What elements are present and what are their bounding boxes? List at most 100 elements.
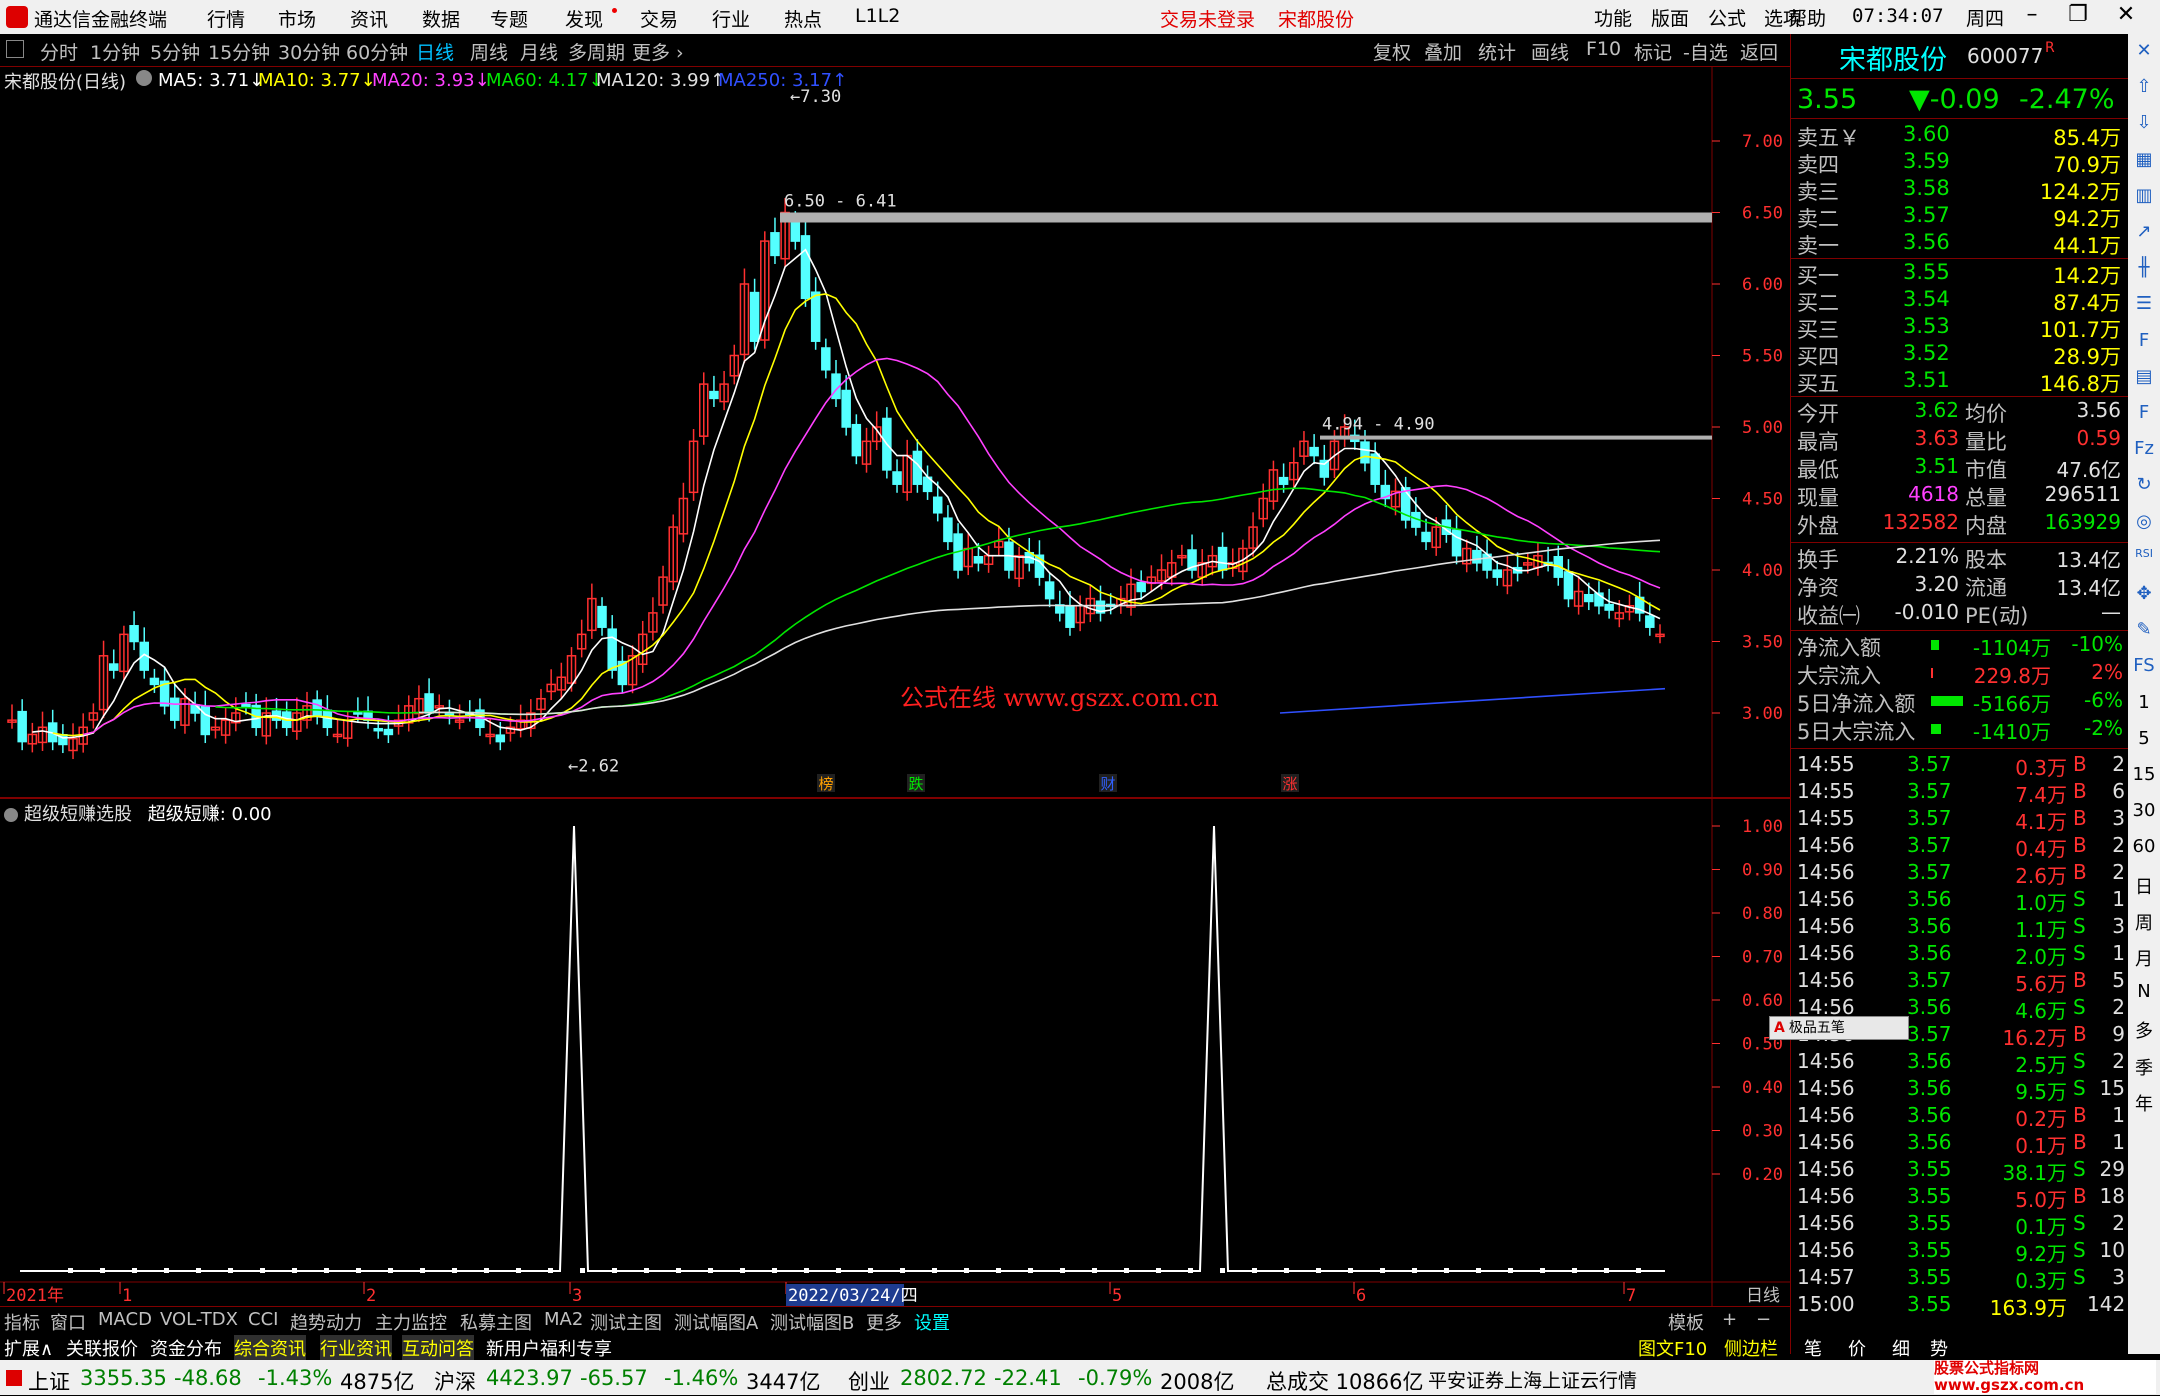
period-8[interactable]: 月线 [520, 38, 558, 65]
tool-5[interactable]: 标记 [1634, 38, 1672, 65]
f-icon[interactable]: F [2132, 402, 2156, 426]
menu-3[interactable]: 数据 [422, 5, 460, 32]
period-15-button[interactable]: 15 [2132, 764, 2156, 788]
up-icon[interactable]: ⇧ [2132, 76, 2156, 100]
menu-function[interactable]: 功能 [1594, 4, 1632, 31]
kline-chart[interactable]: 7.00 6.50 6.00 5.50 5.00 4.50 4.00 3.50 3.00 6.50… [0, 66, 1790, 1316]
period-周-button[interactable]: 周 [2132, 909, 2156, 934]
period-5-button[interactable]: 5 [2132, 728, 2156, 752]
restore-icon[interactable]: ❐ [2060, 2, 2096, 32]
period-多-button[interactable]: 多 [2132, 1017, 2156, 1042]
minimize-icon[interactable]: – [2014, 2, 2050, 32]
table-icon[interactable]: ▤ [2132, 366, 2156, 390]
target-icon[interactable]: ◎ [2132, 511, 2156, 535]
tick-side: S [2073, 1238, 2086, 1262]
period-9[interactable]: 多周期 [568, 38, 625, 65]
ext-tab-5[interactable]: 互动问答 [402, 1335, 474, 1361]
bar-icon[interactable]: ▥ [2132, 185, 2156, 209]
tab-3[interactable]: VOL-TDX [160, 1309, 238, 1330]
ext-tab-6[interactable]: 新用户福利专享 [486, 1335, 612, 1361]
chart-canvas[interactable]: 7.00 6.50 6.00 5.50 5.00 4.50 4.00 3.50 3.00 6.50… [0, 66, 1790, 1316]
settings-icon[interactable] [136, 70, 152, 86]
tab-8[interactable]: MA2 [544, 1309, 583, 1330]
menu-5[interactable]: 发现 [565, 5, 603, 32]
close-icon[interactable]: ✕ [2132, 40, 2156, 64]
ext-right-5[interactable]: 势 [1930, 1335, 1948, 1361]
indicator-circle-icon[interactable] [4, 808, 18, 822]
tool-6[interactable]: -自选 [1683, 38, 1728, 65]
pen-icon[interactable]: ✎ [2132, 619, 2156, 643]
menu-9[interactable]: L1L2 [855, 5, 900, 27]
period-日-button[interactable]: 日 [2132, 873, 2156, 898]
ext-tab-4[interactable]: 行业资讯 [320, 1335, 392, 1361]
ext-tab-0[interactable]: 扩展∧ [4, 1335, 53, 1361]
period-3[interactable]: 15分钟 [208, 38, 270, 65]
menu-help[interactable]: 帮助 [1788, 4, 1826, 31]
fz-icon[interactable]: Fz [2132, 438, 2156, 462]
period-5[interactable]: 60分钟 [346, 38, 408, 65]
period-30-button[interactable]: 30 [2132, 800, 2156, 824]
menu-formula[interactable]: 公式 [1708, 4, 1746, 31]
tab-2[interactable]: MACD [98, 1309, 152, 1330]
index-name[interactable]: 创业 [848, 1366, 890, 1396]
menu-0[interactable]: 行情 [207, 5, 245, 32]
tool-4[interactable]: F10 [1586, 38, 1621, 60]
ext-right-3[interactable]: 价 [1848, 1335, 1866, 1361]
tool-7[interactable]: 返回 [1740, 38, 1778, 65]
ext-right-2[interactable]: 笔 [1804, 1335, 1822, 1361]
period-0[interactable]: 分时 [40, 38, 78, 65]
tool-1[interactable]: 叠加 [1424, 38, 1462, 65]
stock-link[interactable]: 宋都股份 [1278, 5, 1354, 32]
ext-tab-2[interactable]: 资金分布 [150, 1335, 222, 1361]
sync-icon[interactable]: ↻ [2132, 474, 2156, 498]
ext-tab-1[interactable]: 关联报价 [66, 1335, 138, 1361]
grid-icon[interactable]: ▦ [2132, 149, 2156, 173]
ext-right-4[interactable]: 细 [1892, 1335, 1910, 1361]
period-1-button[interactable]: 1 [2132, 692, 2156, 716]
toggle-icon[interactable] [6, 40, 24, 58]
tab-4[interactable]: CCI [248, 1309, 278, 1330]
period-6[interactable]: 日线 [416, 38, 454, 65]
period-4[interactable]: 30分钟 [278, 38, 340, 65]
close-icon[interactable]: ✕ [2108, 2, 2144, 32]
period-月-button[interactable]: 月 [2132, 945, 2156, 970]
ext-right-0[interactable]: 图文F10 [1638, 1335, 1707, 1361]
menu-8[interactable]: 热点 [784, 5, 822, 32]
ext-tab-3[interactable]: 综合资讯 [234, 1335, 306, 1361]
tool-0[interactable]: 复权 [1373, 38, 1411, 65]
menu-7[interactable]: 行业 [712, 5, 750, 32]
period-1[interactable]: 1分钟 [90, 38, 140, 65]
menu-1[interactable]: 市场 [278, 5, 316, 32]
chart-icon[interactable]: ↗ [2132, 221, 2156, 245]
fs-icon[interactable]: FS [2132, 655, 2156, 679]
app-logo-icon [6, 6, 28, 28]
down-icon[interactable]: ⇩ [2132, 112, 2156, 136]
period-10[interactable]: 更多 › [632, 38, 684, 65]
list-icon[interactable]: ☰ [2132, 293, 2156, 317]
period-N-button[interactable]: N [2132, 981, 2156, 1005]
ime-toolbar[interactable]: A 极品五笔 [1769, 1016, 1909, 1040]
ime-icon[interactable]: A [1774, 1020, 1785, 1036]
rsi-icon[interactable]: RSI [2132, 547, 2156, 571]
period-季-button[interactable]: 季 [2132, 1054, 2156, 1079]
move-icon[interactable]: ✥ [2132, 583, 2156, 607]
index-name[interactable]: 沪深 [434, 1366, 476, 1396]
f10-icon[interactable]: F [2132, 330, 2156, 354]
menu-layout[interactable]: 版面 [1651, 4, 1689, 31]
menu-4[interactable]: 专题 [490, 5, 528, 32]
tool-3[interactable]: 画线 [1531, 38, 1569, 65]
menu-6[interactable]: 交易 [640, 5, 678, 32]
login-status[interactable]: 交易未登录 [1160, 5, 1255, 32]
tab-right-2[interactable]: − [1756, 1309, 1771, 1330]
kline-icon[interactable]: ╫ [2132, 257, 2156, 281]
tab-right-1[interactable]: + [1722, 1309, 1737, 1330]
stat-value: 47.6亿 [2056, 458, 2121, 482]
tool-2[interactable]: 统计 [1478, 38, 1516, 65]
menu-2[interactable]: 资讯 [350, 5, 388, 32]
ask-volume: 85.4万 [2053, 126, 2121, 150]
period-7[interactable]: 周线 [470, 38, 508, 65]
period-年-button[interactable]: 年 [2132, 1090, 2156, 1115]
period-2[interactable]: 5分钟 [150, 38, 200, 65]
index-name[interactable]: 上证 [28, 1366, 70, 1396]
period-60-button[interactable]: 60 [2132, 836, 2156, 860]
